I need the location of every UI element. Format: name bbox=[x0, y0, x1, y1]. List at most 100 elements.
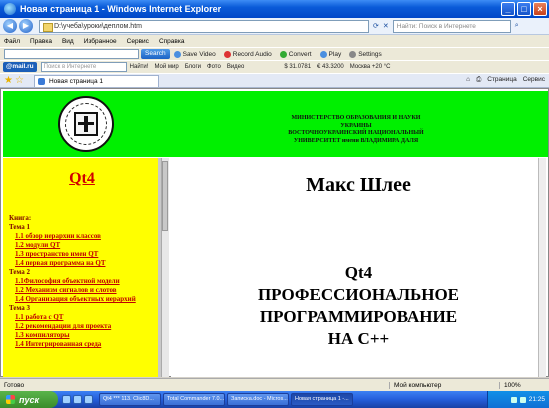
windows-taskbar: пуск Qt4 *** 113. Clic8D... Total Comman… bbox=[0, 391, 549, 408]
convert-label: Convert bbox=[288, 50, 312, 58]
mailru-logo[interactable]: @mail.ru bbox=[3, 62, 37, 72]
print-icon[interactable]: ⎙ bbox=[476, 76, 481, 84]
university-emblem-icon bbox=[58, 96, 114, 152]
gear-icon bbox=[349, 50, 357, 58]
menu-view[interactable]: Вид bbox=[62, 38, 74, 45]
sidebar-link[interactable]: 1.1 работа с QT bbox=[9, 313, 158, 322]
main-scrollbar[interactable] bbox=[538, 158, 546, 377]
maximize-button[interactable]: □ bbox=[517, 2, 531, 16]
book-title-line: ПРОФЕССИОНАЛЬНОЕ bbox=[257, 285, 460, 304]
sidebar-link[interactable]: 1.3 компиляторы bbox=[9, 331, 158, 340]
tray-icon[interactable] bbox=[510, 396, 517, 403]
quick-launch bbox=[62, 395, 93, 404]
play-button[interactable]: Play bbox=[319, 50, 341, 58]
favorites-star-icon[interactable]: ★ bbox=[4, 75, 13, 86]
record-audio-button[interactable]: Record Audio bbox=[223, 50, 272, 58]
topic-heading: Тема 2 bbox=[9, 268, 30, 276]
book-title: Qt4 ПРОФЕССИОНАЛЬНОЕ ПРОГРАММИРОВАНИЕ НА… bbox=[171, 262, 546, 350]
menu-file[interactable]: Файл bbox=[4, 38, 20, 45]
weather-widget[interactable]: Москва +20 °C bbox=[350, 64, 391, 70]
taskbar-item[interactable]: Qt4 *** 113. Clic8D... bbox=[99, 393, 161, 406]
taskbar-item-active[interactable]: Новая страница 1 -... bbox=[291, 393, 353, 406]
address-bar[interactable]: D:\учеба\уроки\деплом.htm bbox=[39, 19, 369, 33]
quick-launch-icon[interactable] bbox=[84, 395, 93, 404]
my-world-link[interactable]: Мой мир bbox=[154, 64, 178, 70]
taskbar-item[interactable]: Total Commander 7.0... bbox=[163, 393, 225, 406]
sidebar-link[interactable]: 1.1Философия объектной модели bbox=[9, 277, 158, 286]
menu-bar: Файл Правка Вид Избранное Сервис Справка bbox=[0, 35, 549, 47]
window-title: Новая страница 1 - Windows Internet Expl… bbox=[20, 4, 222, 14]
photo-link[interactable]: Фото bbox=[207, 64, 221, 70]
close-button[interactable]: × bbox=[533, 2, 547, 16]
sidebar-link[interactable]: 1.2 рекомендации для проекта bbox=[9, 322, 158, 331]
system-tray: 21:25 bbox=[487, 391, 549, 408]
add-favorite-icon[interactable]: ☆ bbox=[15, 75, 24, 86]
toolbar-search-button[interactable]: Search bbox=[141, 49, 170, 59]
tab-row: ★ ☆ Новая страница 1 ⌂ ⎙ Страница Сервис bbox=[0, 73, 549, 88]
video-link[interactable]: Видео bbox=[227, 64, 245, 70]
quick-launch-icon[interactable] bbox=[73, 395, 82, 404]
taskbar-item[interactable]: Записка.doc - Micros... bbox=[227, 393, 289, 406]
page-menu[interactable]: Страница bbox=[487, 76, 516, 84]
record-icon bbox=[223, 50, 231, 58]
start-button[interactable]: пуск bbox=[0, 391, 58, 408]
tab-tools: ⌂ ⎙ Страница Сервис bbox=[466, 76, 545, 84]
tray-icon[interactable] bbox=[519, 396, 526, 403]
site-header: МИНИСТЕРСТВО ОБРАЗОВАНИЯ И НАУКИ УКРАИНЫ… bbox=[3, 91, 548, 157]
convert-button[interactable]: Convert bbox=[279, 50, 312, 58]
sidebar-scroll-thumb[interactable] bbox=[162, 161, 168, 231]
tab-active[interactable]: Новая страница 1 bbox=[33, 74, 159, 87]
blogs-link[interactable]: Блоги bbox=[185, 64, 201, 70]
tools-menu[interactable]: Сервис bbox=[523, 76, 545, 84]
mailru-search-input[interactable]: Поиск в Интернете bbox=[40, 62, 127, 72]
settings-label: Settings bbox=[358, 50, 382, 58]
book-title-line: ПРОГРАММИРОВАНИЕ bbox=[259, 307, 458, 326]
settings-button[interactable]: Settings bbox=[349, 50, 382, 58]
topic-heading: Тема 3 bbox=[9, 304, 30, 312]
save-video-button[interactable]: Save Video bbox=[173, 50, 216, 58]
quick-launch-icon[interactable] bbox=[62, 395, 71, 404]
toolbar-search-input[interactable] bbox=[4, 49, 139, 59]
home-icon[interactable]: ⌂ bbox=[466, 76, 470, 84]
refresh-icon[interactable]: ⟳ bbox=[373, 22, 379, 30]
stop-icon[interactable]: ✕ bbox=[383, 22, 389, 30]
convert-icon bbox=[279, 50, 287, 58]
menu-tools[interactable]: Сервис bbox=[127, 38, 149, 45]
menu-help[interactable]: Справка bbox=[159, 38, 185, 45]
search-input[interactable]: Найти: Поиск в Интернете bbox=[392, 19, 511, 33]
topic-heading: Тема 1 bbox=[9, 223, 30, 231]
forward-button[interactable]: ▶ bbox=[19, 19, 33, 33]
ministry-line: МИНИСТЕРСТВО ОБРАЗОВАНИЯ И НАУКИ bbox=[291, 115, 421, 121]
usd-rate: $ 31.0781 bbox=[284, 64, 312, 70]
sidebar-link[interactable]: 1.4 первая программа на QT bbox=[9, 259, 158, 268]
security-zone: Мой компьютер bbox=[389, 381, 499, 389]
search-icon[interactable]: ⌕ bbox=[515, 22, 519, 30]
sidebar-link[interactable]: 1.4 Интегрированная среда bbox=[9, 340, 158, 349]
status-bar: Готово Мой компьютер 100% bbox=[0, 378, 549, 391]
menu-edit[interactable]: Правка bbox=[30, 38, 52, 45]
sidebar-link[interactable]: 1.1 обзор иерархии классов bbox=[9, 232, 158, 241]
sidebar-nav: Qt4 Книга: Тема 1 1.1 обзор иерархии кла… bbox=[3, 158, 161, 377]
find-button[interactable]: Найти! bbox=[130, 64, 149, 70]
ministry-line: ВОСТОЧНОУКРАИНСКИЙ НАЦИОНАЛЬНЫЙ bbox=[288, 130, 424, 136]
browser-screen: Новая страница 1 - Windows Internet Expl… bbox=[0, 0, 549, 408]
main-frame: Макс Шлее Qt4 ПРОФЕССИОНАЛЬНОЕ ПРОГРАММИ… bbox=[171, 158, 546, 377]
menu-favorites[interactable]: Избранное bbox=[84, 38, 117, 45]
sidebar-link[interactable]: 1.2 Механизм сигналов и слотов bbox=[9, 286, 158, 295]
window-title-bar[interactable]: Новая страница 1 - Windows Internet Expl… bbox=[0, 0, 549, 18]
clock[interactable]: 21:25 bbox=[529, 396, 545, 403]
sidebar-list: Книга: Тема 1 1.1 обзор иерархии классов… bbox=[9, 214, 158, 349]
ministry-text: МИНИСТЕРСТВО ОБРАЗОВАНИЯ И НАУКИ УКРАИНЫ… bbox=[241, 115, 471, 145]
ie-logo-icon bbox=[4, 3, 16, 15]
windows-flag-icon bbox=[6, 395, 15, 404]
back-button[interactable]: ◀ bbox=[3, 19, 17, 33]
sidebar-link[interactable]: 1.2 модули QT bbox=[9, 241, 158, 250]
zoom-level[interactable]: 100% bbox=[499, 381, 521, 389]
sidebar-title[interactable]: Qt4 bbox=[3, 170, 158, 188]
sidebar-link[interactable]: 1.4 Организация объектных иерархий bbox=[9, 295, 158, 304]
book-title-line: Qt4 bbox=[344, 263, 373, 282]
sidebar-link[interactable]: 1.3 пространство имен QT bbox=[9, 250, 158, 259]
record-audio-label: Record Audio bbox=[232, 50, 272, 58]
status-text: Готово bbox=[4, 381, 25, 389]
minimize-button[interactable]: _ bbox=[501, 2, 515, 16]
